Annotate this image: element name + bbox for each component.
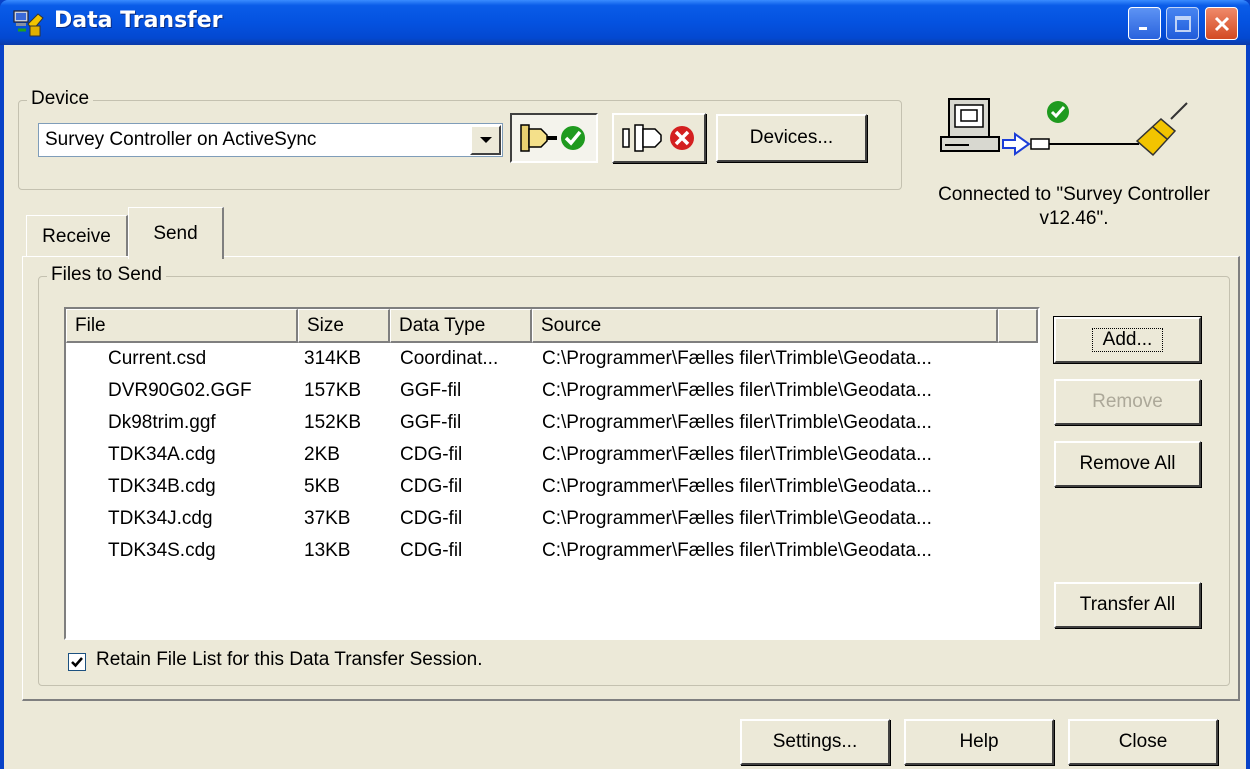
- file-name-cell: Current.csd: [108, 348, 207, 369]
- table-row[interactable]: Current.csd 314KB Coordinat... C:\Programme…: [66, 345, 1038, 377]
- data-transfer-app-icon: [13, 10, 44, 37]
- client-area: Device Survey Controller on ActiveSync D…: [4, 45, 1246, 769]
- file-type-cell: CDG-fil: [400, 540, 463, 561]
- window-title: Data Transfer: [54, 8, 223, 33]
- files-list-header: File Size Data Type Source: [66, 309, 1038, 343]
- file-type-cell: CDG-fil: [400, 444, 463, 465]
- file-name-cell: TDK34S.cdg: [108, 540, 216, 561]
- device-group-label: Device: [27, 88, 94, 110]
- device-select[interactable]: Survey Controller on ActiveSync: [38, 123, 503, 157]
- file-source-cell: C:\Programmer\Fælles filer\Trimble\Geoda…: [542, 540, 932, 561]
- maximize-icon: [1174, 15, 1191, 32]
- table-row[interactable]: TDK34S.cdg 13KB CDG-fil C:\Programmer\Fælle…: [66, 537, 1038, 569]
- remove-all-button[interactable]: Remove All: [1054, 441, 1201, 487]
- file-source-cell: C:\Programmer\Fælles filer\Trimble\Geoda…: [542, 380, 932, 401]
- file-name-cell: TDK34A.cdg: [108, 444, 216, 465]
- table-row[interactable]: TDK34B.cdg 5KB CDG-fil C:\Programmer\Fælles…: [66, 473, 1038, 505]
- file-size-cell: 37KB: [304, 508, 351, 529]
- settings-button[interactable]: Settings...: [740, 719, 890, 765]
- remove-button-label: Remove: [1092, 391, 1163, 412]
- tab-receive[interactable]: Receive: [26, 215, 128, 257]
- files-to-send-label: Files to Send: [47, 264, 166, 286]
- devices-button-label: Devices...: [749, 127, 834, 148]
- close-button[interactable]: Close: [1068, 719, 1218, 765]
- table-row[interactable]: TDK34J.cdg 37KB CDG-fil C:\Programmer\Fælle…: [66, 505, 1038, 537]
- file-type-cell: CDG-fil: [400, 508, 463, 529]
- tab-send[interactable]: Send: [128, 207, 224, 259]
- column-header-data-type[interactable]: Data Type: [390, 309, 532, 343]
- table-row[interactable]: DVR90G02.GGF 157KB GGF-fil C:\Programmer\Fæ…: [66, 377, 1038, 409]
- file-size-cell: 152KB: [304, 412, 362, 433]
- file-type-cell: GGF-fil: [400, 412, 462, 433]
- connection-status: Connected to "Survey Controller v12.46".: [938, 184, 1210, 229]
- remove-all-button-label: Remove All: [1079, 453, 1176, 474]
- file-type-cell: GGF-fil: [400, 380, 462, 401]
- disconnect-button[interactable]: [612, 113, 706, 163]
- add-button[interactable]: Add...: [1053, 316, 1202, 364]
- close-window-button[interactable]: [1205, 7, 1238, 40]
- remove-button[interactable]: Remove: [1054, 379, 1201, 425]
- file-name-cell: DVR90G02.GGF: [108, 380, 252, 401]
- file-type-cell: Coordinat...: [400, 348, 499, 369]
- file-name-cell: TDK34J.cdg: [108, 508, 213, 529]
- pc-to-controller-connection-icon: [940, 98, 1188, 157]
- data-transfer-window: Data Transfer Device Survey Controller o…: [0, 0, 1250, 769]
- retain-file-list-label[interactable]: Retain File List for this Data Transfer …: [96, 649, 483, 671]
- file-size-cell: 314KB: [304, 348, 362, 369]
- file-source-cell: C:\Programmer\Fælles filer\Trimble\Geoda…: [542, 508, 932, 529]
- file-source-cell: C:\Programmer\Fælles filer\Trimble\Geoda…: [542, 444, 932, 465]
- column-header-file[interactable]: File: [66, 309, 298, 343]
- file-size-cell: 13KB: [304, 540, 351, 561]
- close-icon: [1214, 16, 1229, 31]
- settings-button-label: Settings...: [772, 731, 858, 752]
- file-size-cell: 157KB: [304, 380, 362, 401]
- transfer-all-button-label: Transfer All: [1079, 594, 1176, 615]
- file-source-cell: C:\Programmer\Fælles filer\Trimble\Geoda…: [542, 476, 932, 497]
- help-button[interactable]: Help: [904, 719, 1054, 765]
- file-size-cell: 2KB: [304, 444, 340, 465]
- checkmark-icon: [71, 657, 83, 668]
- file-type-cell: CDG-fil: [400, 476, 463, 497]
- column-header-size[interactable]: Size: [298, 309, 390, 343]
- table-row[interactable]: Dk98trim.ggf 152KB GGF-fil C:\Programmer\Fæ…: [66, 409, 1038, 441]
- device-select-value: Survey Controller on ActiveSync: [45, 129, 317, 150]
- chevron-down-icon: [479, 137, 492, 143]
- file-name-cell: Dk98trim.ggf: [108, 412, 216, 433]
- tab-send-label: Send: [153, 222, 198, 244]
- column-header-empty: [998, 309, 1038, 343]
- file-source-cell: C:\Programmer\Fælles filer\Trimble\Geoda…: [542, 348, 932, 369]
- minimize-icon: [1138, 26, 1147, 30]
- table-row[interactable]: TDK34A.cdg 2KB CDG-fil C:\Programmer\Fælles…: [66, 441, 1038, 473]
- connect-plug-check-icon: [520, 124, 585, 152]
- column-header-source[interactable]: Source: [532, 309, 998, 343]
- connect-button[interactable]: [510, 113, 598, 163]
- minimize-button[interactable]: [1128, 7, 1161, 40]
- file-name-cell: TDK34B.cdg: [108, 476, 216, 497]
- file-size-cell: 5KB: [304, 476, 340, 497]
- add-button-label: Add...: [1091, 328, 1164, 352]
- files-list[interactable]: File Size Data Type Source Current.csd 31…: [64, 307, 1040, 640]
- transfer-all-button[interactable]: Transfer All: [1054, 582, 1201, 628]
- device-select-dropdown[interactable]: [470, 125, 501, 155]
- retain-file-list-checkbox[interactable]: [68, 653, 86, 671]
- close-button-label: Close: [1118, 731, 1168, 752]
- tab-receive-label: Receive: [42, 225, 111, 247]
- devices-button[interactable]: Devices...: [716, 114, 867, 162]
- maximize-button[interactable]: [1166, 7, 1199, 40]
- help-button-label: Help: [959, 731, 999, 752]
- disconnect-plug-x-icon: [622, 124, 694, 152]
- file-source-cell: C:\Programmer\Fælles filer\Trimble\Geoda…: [542, 412, 932, 433]
- title-bar[interactable]: Data Transfer: [0, 0, 1250, 45]
